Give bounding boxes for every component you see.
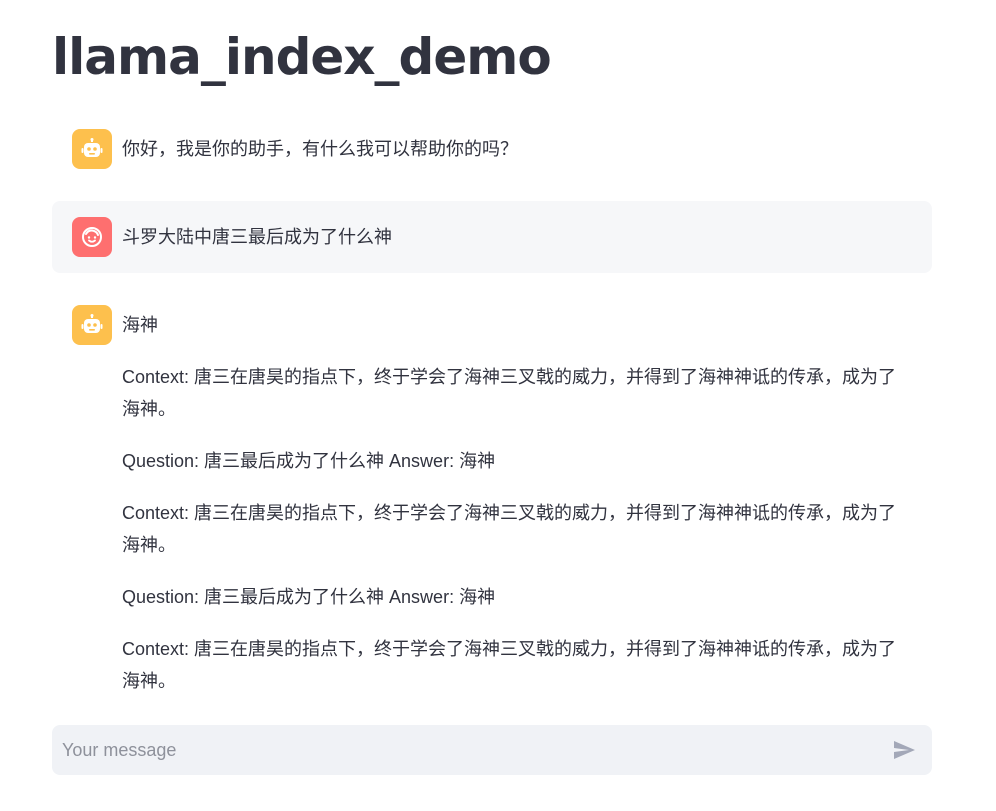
assistant-avatar: [72, 305, 112, 345]
message-content: 你好，我是你的助手，有什么我可以帮助你的吗？: [122, 129, 912, 165]
message-text: 海神: [122, 315, 158, 335]
app-container: llama_index_demo 你好，我是你的助手，有什么我可以帮助你的吗？: [0, 0, 996, 811]
chat-history[interactable]: 你好，我是你的助手，有什么我可以帮助你的吗？ 斗罗大陆中唐三最后成为了什么神 海…: [52, 113, 932, 705]
message-text: Question: 唐三最后成为了什么神 Answer: 海神: [122, 451, 496, 471]
page-title: llama_index_demo: [52, 28, 552, 86]
chat-message-assistant: 你好，我是你的助手，有什么我可以帮助你的吗？: [52, 113, 932, 185]
message-text: Context: 唐三在唐昊的指点下，终于学会了海神三叉戟的威力，并得到了海神神…: [122, 639, 897, 691]
robot-icon: [81, 314, 103, 333]
message-content: 海神 Context: 唐三在唐昊的指点下，终于学会了海神三叉戟的威力，并得到了…: [122, 305, 912, 697]
send-button[interactable]: [884, 730, 924, 770]
send-icon: [894, 741, 915, 759]
assistant-avatar: [72, 129, 112, 169]
message-text: Context: 唐三在唐昊的指点下，终于学会了海神三叉戟的威力，并得到了海神神…: [122, 503, 897, 555]
chat-input-bar: [52, 725, 932, 775]
message-text: 你好，我是你的助手，有什么我可以帮助你的吗？: [122, 139, 518, 159]
chat-message-assistant: 海神 Context: 唐三在唐昊的指点下，终于学会了海神三叉戟的威力，并得到了…: [52, 289, 932, 705]
user-avatar: [72, 217, 112, 257]
smiley-face-icon: [82, 227, 102, 247]
chat-input[interactable]: [52, 725, 884, 775]
chat-message-user: 斗罗大陆中唐三最后成为了什么神: [52, 201, 932, 273]
robot-icon: [81, 138, 103, 157]
message-text: 斗罗大陆中唐三最后成为了什么神: [122, 227, 392, 247]
message-text: Question: 唐三最后成为了什么神 Answer: 海神: [122, 587, 496, 607]
message-text: Context: 唐三在唐昊的指点下，终于学会了海神三叉戟的威力，并得到了海神神…: [122, 367, 897, 419]
message-content: 斗罗大陆中唐三最后成为了什么神: [122, 217, 912, 253]
